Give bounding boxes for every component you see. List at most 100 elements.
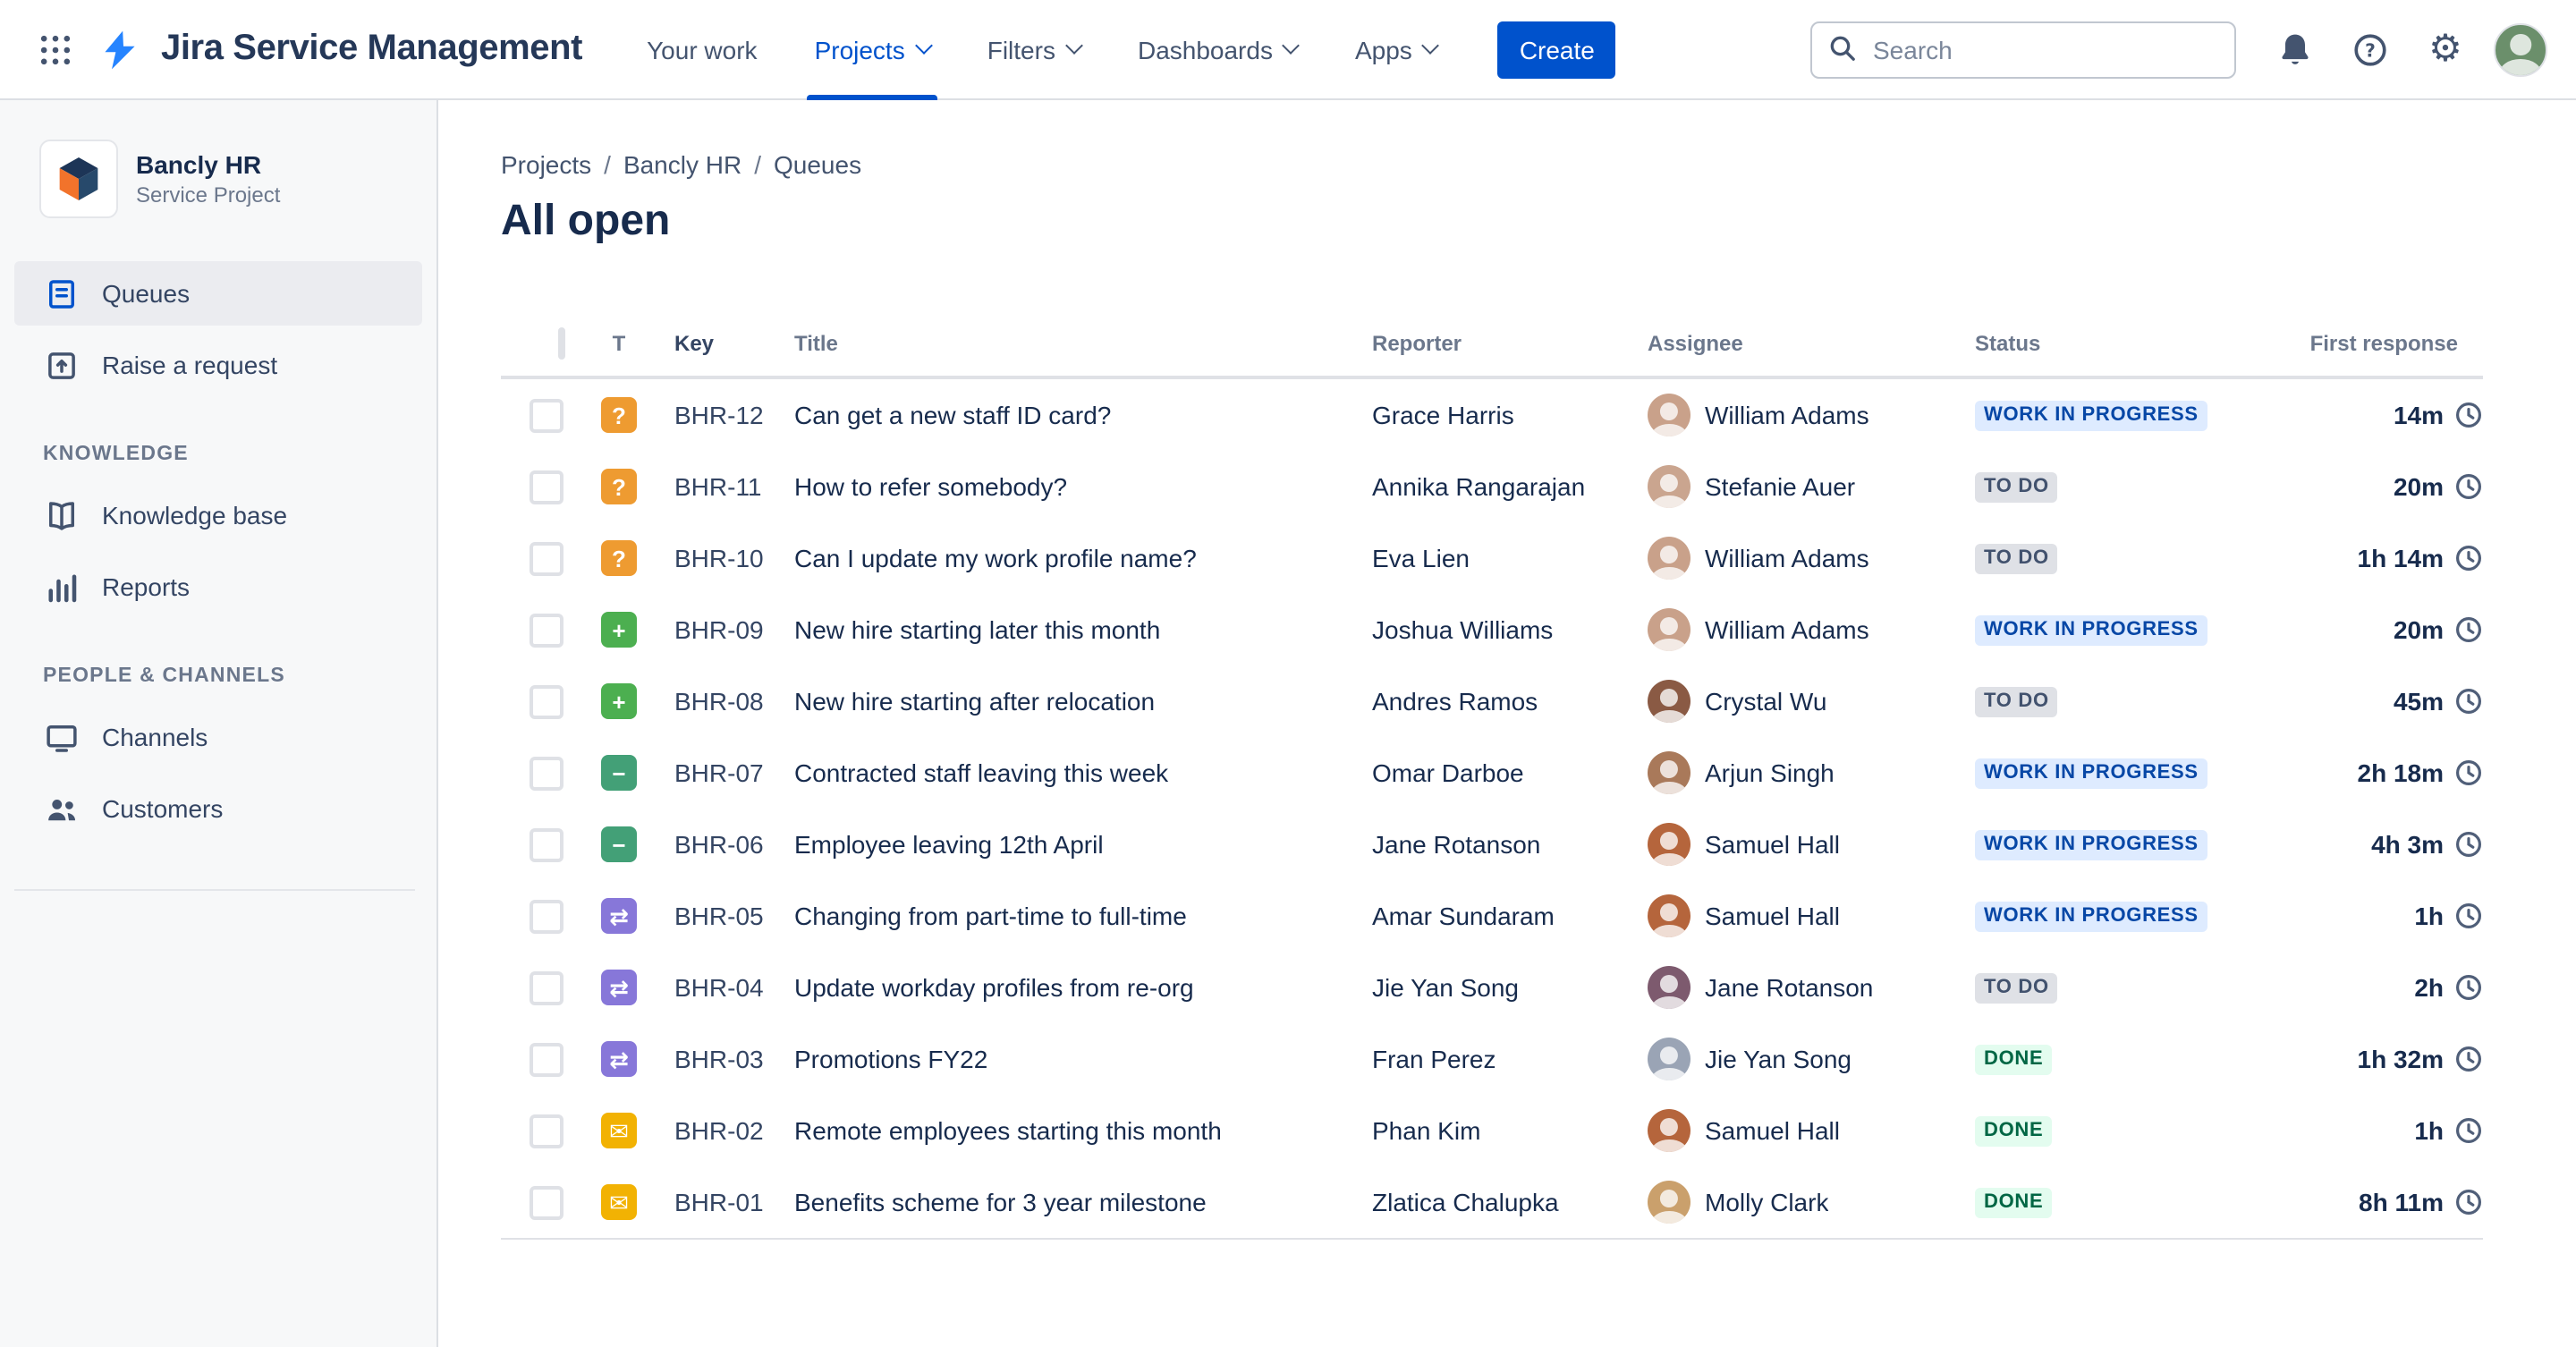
table-row[interactable]: ⇄ BHR-03 Promotions FY22 Fran Perez Jie … [501,1023,2483,1095]
issue-title-link[interactable]: Promotions FY22 [794,1045,987,1073]
sidebar-section-knowledge: KNOWLEDGE [43,444,189,465]
issue-title-link[interactable]: New hire starting later this month [794,615,1160,644]
issue-key-link[interactable]: BHR-01 [674,1188,764,1216]
issue-key-link[interactable]: BHR-05 [674,902,764,930]
row-checkbox[interactable] [530,470,564,504]
user-avatar[interactable] [2494,22,2547,76]
row-checkbox[interactable] [530,1114,564,1148]
issue-key-link[interactable]: BHR-11 [674,472,762,501]
row-checkbox[interactable] [530,970,564,1004]
breadcrumb-bancly-hr[interactable]: Bancly HR [623,150,741,179]
project-header[interactable]: Bancly HR Service Project [14,129,422,229]
nav-apps[interactable]: Apps [1348,0,1445,99]
assignee-name: Molly Clark [1705,1188,1829,1216]
sidebar-item-knowledge-base[interactable]: Knowledge base [14,483,422,547]
table-row[interactable]: − BHR-06 Employee leaving 12th April Jan… [501,809,2483,880]
table-row[interactable]: + BHR-09 New hire starting later this mo… [501,594,2483,665]
issue-title-link[interactable]: Employee leaving 12th April [794,830,1104,859]
question-type-icon: ? [601,540,637,576]
issue-title-link[interactable]: Can I update my work profile name? [794,544,1197,572]
table-row[interactable]: ? BHR-10 Can I update my work profile na… [501,522,2483,594]
table-row[interactable]: ⇄ BHR-05 Changing from part-time to full… [501,880,2483,952]
issue-title-link[interactable]: Contracted staff leaving this week [794,758,1168,787]
issue-key-link[interactable]: BHR-02 [674,1116,764,1145]
nav-projects[interactable]: Projects [807,0,937,99]
sidebar-item-label: Channels [102,723,208,751]
table-row[interactable]: + BHR-08 New hire starting after relocat… [501,665,2483,737]
avatar [1648,394,1690,436]
row-checkbox[interactable] [530,684,564,718]
row-checkbox[interactable] [530,613,564,647]
avatar [1648,465,1690,508]
row-checkbox[interactable] [530,398,564,432]
sidebar-item-label: Knowledge base [102,501,288,529]
breadcrumb-separator: / [604,150,611,179]
issue-key-link[interactable]: BHR-10 [674,544,764,572]
settings-icon[interactable]: ⚙ [2419,22,2472,76]
breadcrumb-separator: / [754,150,761,179]
sidebar-section-people-channels: PEOPLE & CHANNELS [43,665,285,687]
issue-title-link[interactable]: Can get a new staff ID card? [794,401,1111,429]
issue-key-link[interactable]: BHR-03 [674,1045,764,1073]
issue-title-link[interactable]: Remote employees starting this month [794,1116,1222,1145]
reporter-name: Phan Kim [1372,1116,1481,1145]
sidebar-item-raise-a-request[interactable]: Raise a request [14,333,422,397]
issue-key-link[interactable]: BHR-07 [674,758,764,787]
sidebar-item-label: Queues [102,279,191,308]
sidebar-item-queues[interactable]: Queues [14,261,422,326]
row-checkbox[interactable] [530,756,564,790]
breadcrumb-projects[interactable]: Projects [501,150,591,179]
table-row[interactable]: − BHR-07 Contracted staff leaving this w… [501,737,2483,809]
jira-logo[interactable] [93,22,147,76]
question-type-icon: ? [601,469,637,504]
row-checkbox[interactable] [530,541,564,575]
table-row[interactable]: ⇄ BHR-04 Update workday profiles from re… [501,952,2483,1023]
sidebar-item-customers[interactable]: Customers [14,776,422,841]
issue-key-link[interactable]: BHR-12 [674,401,764,429]
sidebar-item-reports[interactable]: Reports [14,555,422,619]
change-type-icon: ⇄ [601,898,637,934]
issue-title-link[interactable]: Update workday profiles from re-org [794,973,1194,1002]
status-badge: WORK IN PROGRESS [1975,614,2207,645]
reporter-name: Jie Yan Song [1372,973,1519,1002]
table-row[interactable]: ? BHR-11 How to refer somebody? Annika R… [501,451,2483,522]
issue-key-link[interactable]: BHR-08 [674,687,764,716]
search-input[interactable] [1810,21,2236,78]
app-title[interactable]: Jira Service Management [161,29,582,70]
issue-key-link[interactable]: BHR-04 [674,973,764,1002]
search-box [1810,21,2236,78]
notifications-icon[interactable] [2268,22,2322,76]
column-header-first-response: First response [2309,331,2458,356]
email-type-icon: ✉ [601,1184,637,1220]
issue-title-link[interactable]: How to refer somebody? [794,472,1067,501]
email-type-icon: ✉ [601,1113,637,1148]
issue-key-link[interactable]: BHR-06 [674,830,764,859]
row-checkbox[interactable] [530,899,564,933]
nav-your-work[interactable]: Your work [640,0,765,99]
avatar [1648,537,1690,580]
select-all-checkbox[interactable] [558,327,565,360]
status-badge: DONE [1975,1187,2053,1217]
sidebar-item-channels[interactable]: Channels [14,705,422,769]
app-switcher-icon[interactable] [29,22,82,76]
customers-icon [43,790,80,827]
column-header-key: Key [674,331,715,356]
create-button[interactable]: Create [1497,21,1616,78]
help-icon[interactable]: ? [2343,22,2397,76]
nav-dashboards[interactable]: Dashboards [1131,0,1305,99]
row-checkbox[interactable] [530,827,564,861]
breadcrumb-queues[interactable]: Queues [774,150,861,179]
issue-key-link[interactable]: BHR-09 [674,615,764,644]
nav-filters[interactable]: Filters [980,0,1088,99]
first-response-time: 2h [2414,973,2444,1002]
issue-title-link[interactable]: New hire starting after relocation [794,687,1155,716]
table-row[interactable]: ✉ BHR-02 Remote employees starting this … [501,1095,2483,1166]
table-row[interactable]: ✉ BHR-01 Benefits scheme for 3 year mile… [501,1166,2483,1238]
row-checkbox[interactable] [530,1185,564,1219]
first-response-time: 45m [2393,687,2444,716]
row-checkbox[interactable] [530,1042,564,1076]
issue-title-link[interactable]: Benefits scheme for 3 year milestone [794,1188,1207,1216]
leaver-type-icon: − [601,826,637,862]
issue-title-link[interactable]: Changing from part-time to full-time [794,902,1187,930]
table-row[interactable]: ? BHR-12 Can get a new staff ID card? Gr… [501,379,2483,451]
